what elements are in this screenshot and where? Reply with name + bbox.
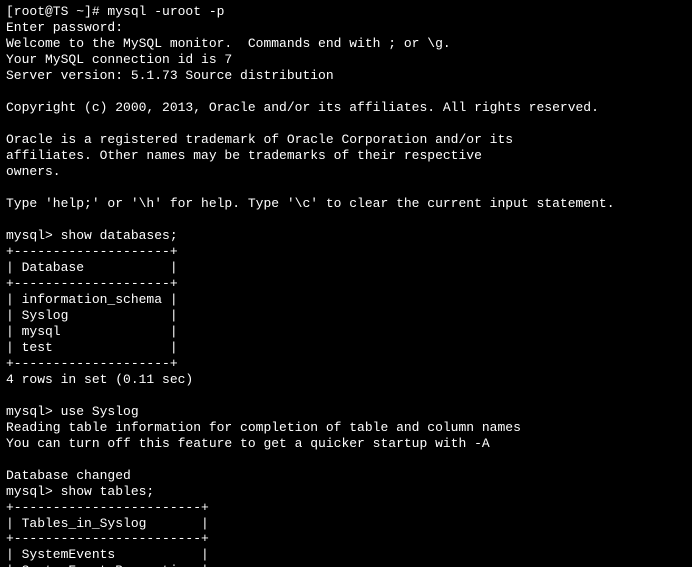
- table-row: | SystemEvents |: [6, 547, 209, 562]
- table-header: | Database |: [6, 260, 178, 275]
- mysql-prompt-line: mysql> use Syslog: [6, 404, 139, 419]
- output-line: Enter password:: [6, 20, 123, 35]
- output-line: Type 'help;' or '\h' for help. Type '\c'…: [6, 196, 615, 211]
- table-row: | mysql |: [6, 324, 178, 339]
- output-line: Welcome to the MySQL monitor. Commands e…: [6, 36, 451, 51]
- shell-prompt-line: [root@TS ~]# mysql -uroot -p: [6, 4, 224, 19]
- table-border: +------------------------+: [6, 531, 209, 546]
- table-row: | test |: [6, 340, 178, 355]
- mysql-prompt-line: mysql> show databases;: [6, 228, 178, 243]
- output-line: Database changed: [6, 468, 131, 483]
- terminal-window[interactable]: [root@TS ~]# mysql -uroot -p Enter passw…: [0, 0, 692, 567]
- table-border: +------------------------+: [6, 500, 209, 515]
- output-line: owners.: [6, 164, 61, 179]
- table-border: +--------------------+: [6, 276, 178, 291]
- output-line: Your MySQL connection id is 7: [6, 52, 232, 67]
- table-border: +--------------------+: [6, 244, 178, 259]
- output-line: Reading table information for completion…: [6, 420, 521, 435]
- table-row: | information_schema |: [6, 292, 178, 307]
- table-row: | SystemEventsProperties |: [6, 563, 209, 567]
- output-line: Oracle is a registered trademark of Orac…: [6, 132, 513, 147]
- table-header: | Tables_in_Syslog |: [6, 516, 209, 531]
- output-line: Server version: 5.1.73 Source distributi…: [6, 68, 334, 83]
- result-summary: 4 rows in set (0.11 sec): [6, 372, 193, 387]
- output-line: Copyright (c) 2000, 2013, Oracle and/or …: [6, 100, 599, 115]
- output-line: affiliates. Other names may be trademark…: [6, 148, 482, 163]
- mysql-prompt-line: mysql> show tables;: [6, 484, 154, 499]
- table-border: +--------------------+: [6, 356, 178, 371]
- output-line: You can turn off this feature to get a q…: [6, 436, 490, 451]
- table-row: | Syslog |: [6, 308, 178, 323]
